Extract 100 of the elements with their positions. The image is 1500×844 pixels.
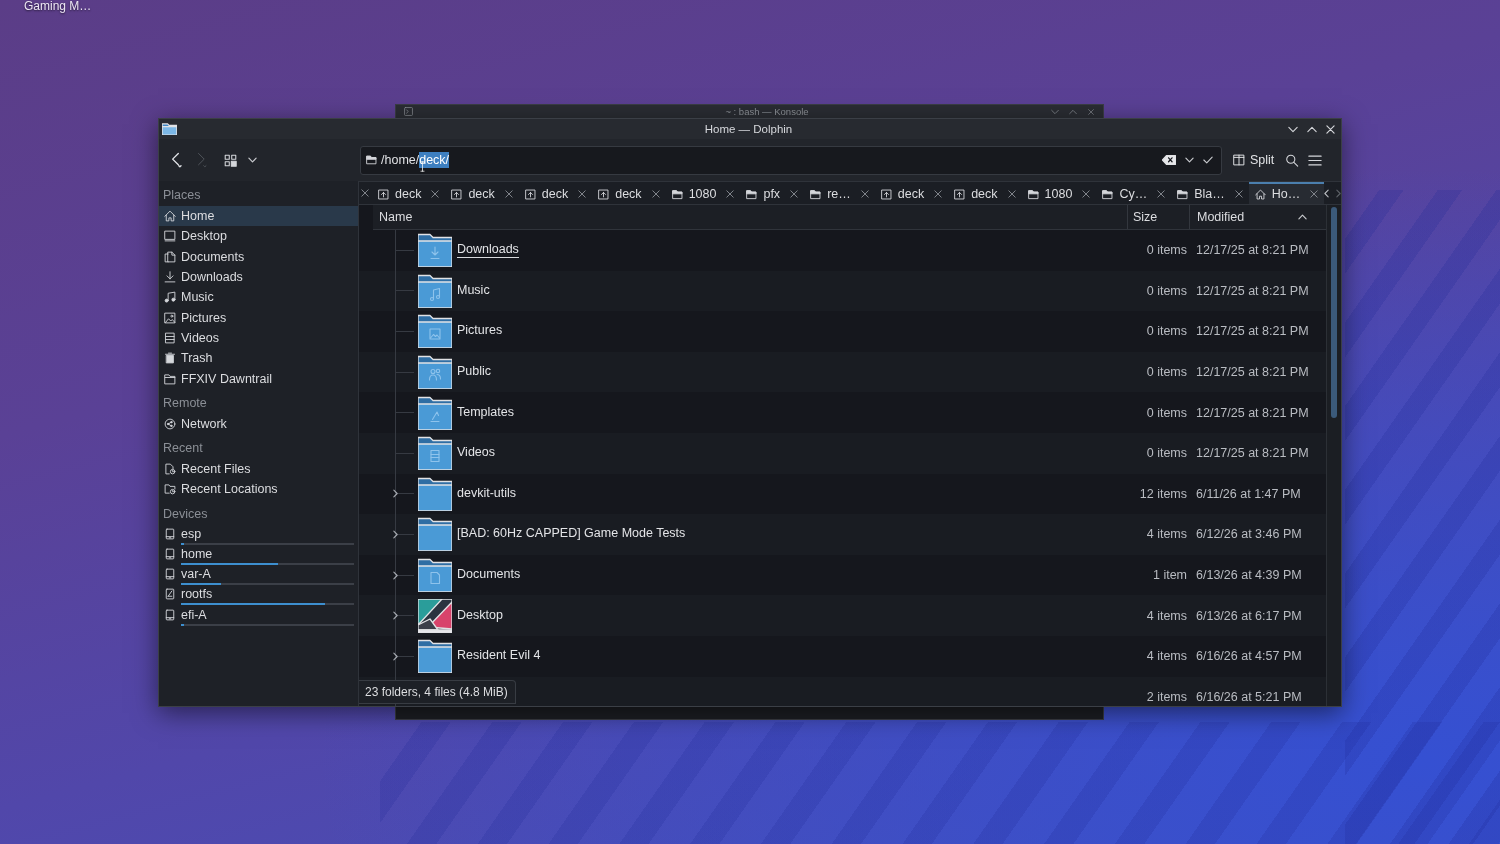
sidebar-item[interactable]: FFXIV Dawntrail: [159, 368, 358, 389]
scrollbar[interactable]: [1326, 205, 1341, 706]
selected-text: deck/: [419, 152, 450, 168]
sidebar-item[interactable]: Music: [159, 287, 358, 308]
check-icon[interactable]: [1203, 156, 1213, 164]
scrollbar-thumb[interactable]: [1331, 207, 1337, 418]
close-icon[interactable]: [1082, 190, 1091, 198]
square-arrow-icon: [880, 188, 892, 200]
sidebar-item[interactable]: Videos: [159, 327, 358, 349]
file-name: [BAD: 60Hz CAPPED] Game Mode Tests: [457, 526, 686, 543]
file-row[interactable]: Music 0 items 12/17/25 at 8:21 PM: [359, 270, 1326, 312]
network-icon: [164, 417, 176, 430]
sidebar-item[interactable]: Home: [159, 206, 358, 227]
sidebar-item[interactable]: efi-A: [159, 605, 358, 627]
item-count: 2 items: [1145, 689, 1188, 704]
close-icon[interactable]: [1157, 190, 1166, 198]
sidebar-item[interactable]: Network: [159, 413, 358, 434]
modified-date: 12/17/25 at 8:21 PM: [1195, 324, 1310, 339]
search-icon[interactable]: [1285, 153, 1300, 167]
tab[interactable]: Bla…: [1171, 182, 1249, 204]
tab[interactable]: 1080: [1021, 182, 1097, 204]
close-icon[interactable]: [361, 189, 369, 197]
music-folder-icon: [418, 273, 452, 308]
close-icon[interactable]: [934, 190, 943, 198]
item-count: 0 items: [1145, 405, 1188, 420]
menu-icon[interactable]: [1308, 153, 1323, 167]
chevron-left-icon[interactable]: [1324, 188, 1330, 198]
tab[interactable]: deck: [948, 182, 1022, 204]
templates-folder-icon: [418, 395, 452, 430]
tab[interactable]: re…: [804, 182, 875, 204]
sidebar-item[interactable]: var-A: [159, 565, 358, 586]
caret-down-icon[interactable]: [1185, 157, 1194, 163]
modified-date: 12/17/25 at 8:21 PM: [1195, 243, 1310, 258]
item-count: 4 items: [1145, 527, 1188, 542]
item-count: 1 item: [1151, 568, 1188, 583]
file-name: Music: [457, 282, 490, 299]
folder-icon: [810, 188, 822, 200]
item-count: 0 items: [1145, 365, 1188, 380]
modified-date: 12/17/25 at 8:21 PM: [1195, 446, 1310, 461]
modified-date: 6/12/26 at 3:46 PM: [1195, 527, 1303, 542]
square-arrow-icon: [598, 188, 610, 200]
recent-file-icon: [164, 463, 176, 476]
sidebar-item[interactable]: Desktop: [159, 226, 358, 247]
file-name: Videos: [457, 445, 495, 462]
videos-folder-icon: [418, 436, 452, 471]
sidebar-item[interactable]: Recent Files: [159, 458, 358, 480]
column-header[interactable]: Size: [1127, 205, 1189, 229]
split-button[interactable]: Split: [1231, 150, 1277, 170]
folder-icon: [418, 639, 452, 674]
tab[interactable]: deck: [874, 182, 949, 204]
window-title: Home — Dolphin: [704, 123, 793, 135]
chevron-right-icon[interactable]: [1336, 188, 1342, 198]
close-icon[interactable]: [651, 190, 660, 198]
tab[interactable]: deck: [592, 182, 666, 204]
close-icon[interactable]: [578, 190, 587, 198]
close-icon[interactable]: [860, 190, 869, 198]
modified-date: 6/11/26 at 1:47 PM: [1195, 486, 1302, 501]
file-row[interactable]: Videos 0 items 12/17/25 at 8:21 PM: [359, 432, 1326, 474]
tab[interactable]: 1080: [665, 182, 741, 204]
file-row[interactable]: [BAD: 60Hz CAPPED] Game Mode Tests 4 items 6/12/26 at 3:46 PM: [359, 514, 1326, 555]
close-icon[interactable]: [1234, 190, 1243, 198]
sidebar-item[interactable]: Trash: [159, 348, 358, 369]
close-icon[interactable]: [1007, 190, 1016, 198]
item-count: 0 items: [1145, 324, 1188, 339]
sidebar-item[interactable]: Downloads: [159, 266, 358, 288]
square-arrow-icon: [451, 188, 463, 200]
home-icon: [164, 210, 176, 223]
close-icon[interactable]: [726, 190, 735, 198]
tab[interactable]: Ho…: [1248, 182, 1325, 204]
close-icon[interactable]: [790, 190, 799, 198]
sidebar-item[interactable]: Documents: [159, 246, 358, 267]
section-heading: Remote: [162, 394, 208, 412]
caret-down-icon[interactable]: [248, 157, 257, 163]
file-row[interactable]: Desktop 4 items 6/13/26 at 6:17 PM: [359, 595, 1326, 636]
desktop-icon-label[interactable]: Gaming M…: [24, 0, 92, 13]
folder-icon: [671, 188, 683, 200]
tab[interactable]: Cy…: [1096, 182, 1172, 204]
pictures-folder-icon: [418, 314, 452, 349]
close-icon[interactable]: [1310, 190, 1319, 198]
sidebar-item[interactable]: rootfs: [159, 585, 358, 606]
back-icon[interactable]: [170, 152, 184, 168]
item-count: 12 items: [1138, 486, 1188, 501]
tab[interactable]: deck: [518, 182, 593, 204]
file-name: Downloads: [457, 242, 519, 259]
view-mode-icon[interactable]: [224, 153, 237, 167]
close-icon[interactable]: [504, 190, 513, 198]
sidebar-item[interactable]: Recent Locations: [159, 479, 358, 500]
tab[interactable]: deck: [445, 182, 519, 204]
sidebar-item[interactable]: Pictures: [159, 307, 358, 328]
file-row[interactable]: Public 0 items 12/17/25 at 8:21 PM: [359, 351, 1326, 393]
image-icon: [164, 311, 176, 324]
file-name: Pictures: [457, 323, 503, 340]
close-icon[interactable]: [431, 190, 440, 198]
sidebar-item[interactable]: home: [159, 544, 358, 566]
folder-icon: [162, 123, 177, 135]
tab[interactable]: pfx: [740, 182, 805, 204]
sidebar-item[interactable]: esp: [159, 524, 358, 545]
tab[interactable]: deck: [372, 182, 446, 204]
clear-text-icon[interactable]: [1162, 155, 1176, 165]
column-header[interactable]: Name: [373, 205, 1127, 229]
